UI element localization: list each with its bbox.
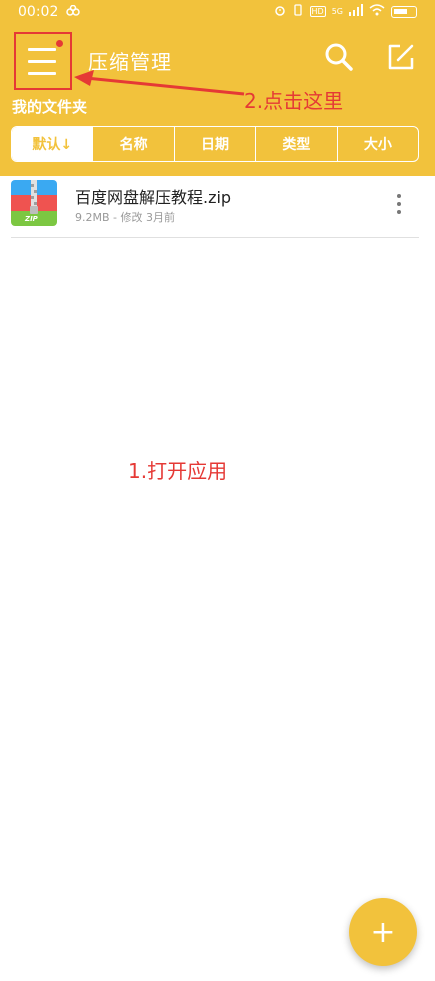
search-icon <box>325 43 353 71</box>
annotation-arrow <box>74 70 245 96</box>
sort-tab-name[interactable]: 名称 <box>92 127 173 161</box>
sort-tab-default[interactable]: 默认↓ <box>12 127 93 161</box>
zip-file-icon: ZIP <box>11 180 57 226</box>
sort-tab-date[interactable]: 日期 <box>173 127 255 161</box>
hamburger-icon-bar <box>28 72 56 75</box>
more-vert-icon <box>397 194 401 198</box>
file-list-item[interactable]: ZIP 百度网盘解压教程.zip 9.2MB - 修改 3月前 <box>11 178 419 238</box>
alarm-icon <box>274 4 286 19</box>
hamburger-icon-bar <box>28 60 56 63</box>
file-name: 百度网盘解压教程.zip <box>75 188 232 207</box>
edit-button[interactable] <box>384 40 418 74</box>
sort-tab-type[interactable]: 类型 <box>255 127 336 161</box>
cloud-app-icon <box>66 4 80 20</box>
hd-badge: HD <box>309 6 326 17</box>
plus-icon: + <box>370 914 396 950</box>
more-vert-icon-dot <box>397 210 401 214</box>
zip-icon-label: ZIP <box>25 215 38 223</box>
more-vert-icon-dot <box>397 202 401 206</box>
edit-icon <box>388 44 414 70</box>
add-fab-button[interactable]: + <box>349 898 417 966</box>
hamburger-icon <box>28 48 56 51</box>
sort-tab-size[interactable]: 大小 <box>336 127 418 161</box>
notification-dot <box>56 40 63 47</box>
vibrate-icon <box>292 4 304 19</box>
annotation-step1: 1.打开应用 <box>128 459 228 483</box>
network-label: 5G <box>331 7 343 16</box>
menu-button[interactable] <box>14 32 72 90</box>
wifi-icon <box>369 4 385 19</box>
annotation-step2: 2.点击这里 <box>244 89 344 113</box>
more-options-button[interactable] <box>391 192 407 216</box>
sort-tabs: 默认↓ 名称 日期 类型 大小 <box>11 126 419 162</box>
search-button[interactable] <box>322 40 356 74</box>
status-bar: 00:02 HD 5G <box>0 0 435 26</box>
battery-icon <box>391 5 417 18</box>
status-icons: HD 5G <box>274 4 417 19</box>
signal-icon <box>349 4 363 19</box>
file-meta: 9.2MB - 修改 3月前 <box>75 211 175 224</box>
status-time: 00:02 <box>18 4 59 20</box>
